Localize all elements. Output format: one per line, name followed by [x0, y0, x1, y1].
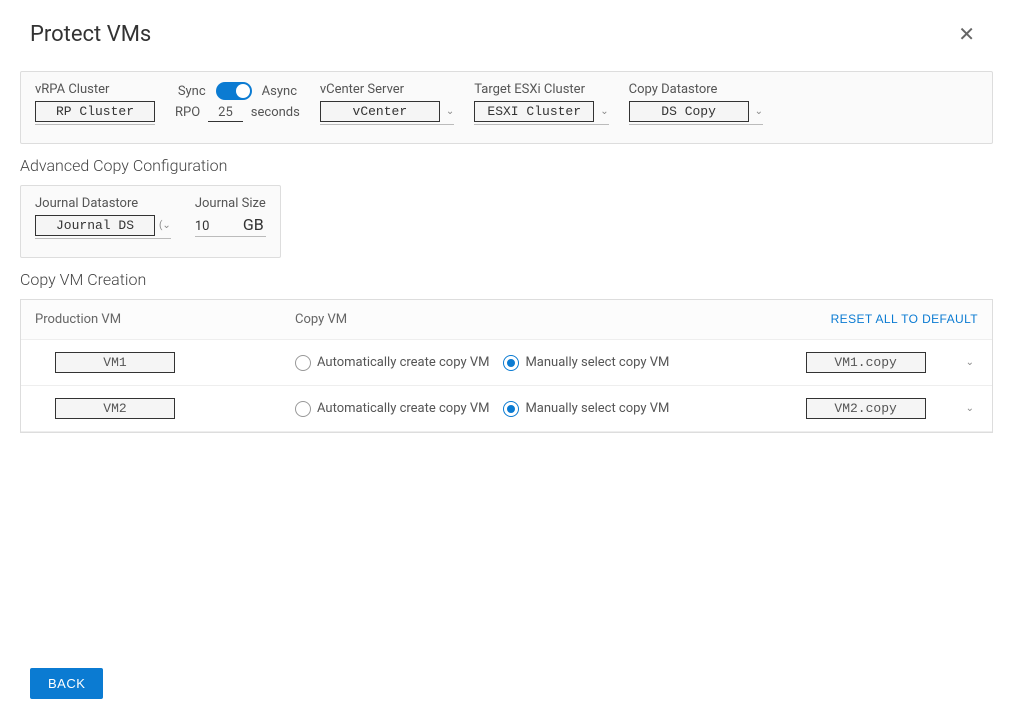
copy-vm-table: Production VM Copy VM RESET ALL TO DEFAU…	[20, 299, 993, 433]
journal-panel: Journal Datastore Journal DS (⌄ Journal …	[20, 185, 281, 258]
rpo-input[interactable]: 25	[208, 104, 243, 122]
copy-datastore-label: Copy Datastore	[629, 82, 763, 97]
journal-ds-label: Journal Datastore	[35, 196, 171, 211]
copy-vm-dropdown[interactable]: VM2.copy ⌄	[786, 398, 978, 419]
dialog-title: Protect VMs	[30, 22, 151, 47]
copy-vm-creation-heading: Copy VM Creation	[20, 270, 993, 289]
close-icon: ✕	[958, 24, 975, 46]
vcenter-dropdown[interactable]: vCenter ⌄	[320, 101, 454, 125]
radio-manual-select[interactable]: Manually select copy VM	[503, 355, 669, 371]
radio-auto-label: Automatically create copy VM	[317, 401, 489, 416]
radio-auto-create[interactable]: Automatically create copy VM	[295, 401, 489, 417]
advanced-copy-heading: Advanced Copy Configuration	[20, 156, 993, 175]
table-header-copy-vm: Copy VM	[295, 312, 831, 327]
radio-auto-label: Automatically create copy VM	[317, 355, 489, 370]
close-button[interactable]: ✕	[950, 18, 983, 51]
vcenter-label: vCenter Server	[320, 82, 454, 97]
radio-manual-label: Manually select copy VM	[525, 355, 669, 370]
radio-manual-label: Manually select copy VM	[525, 401, 669, 416]
copy-vm-dropdown[interactable]: VM1.copy ⌄	[786, 352, 978, 373]
summary-panel: vRPA Cluster RP Cluster Sync Async RPO 2…	[20, 71, 993, 144]
sync-label: Sync	[178, 84, 206, 99]
rpo-unit: seconds	[251, 105, 300, 120]
vrpa-cluster-label: vRPA Cluster	[35, 82, 155, 97]
production-vm-name: VM1	[55, 352, 175, 373]
radio-icon	[503, 401, 519, 417]
table-header-production-vm: Production VM	[35, 312, 295, 327]
target-esxi-value: ESXI Cluster	[474, 101, 594, 122]
chevron-down-icon: (⌄	[159, 220, 171, 231]
copy-vm-value: VM2.copy	[806, 398, 926, 419]
journal-ds-value: Journal DS	[35, 215, 155, 236]
radio-manual-select[interactable]: Manually select copy VM	[503, 401, 669, 417]
radio-icon	[295, 401, 311, 417]
copy-datastore-dropdown[interactable]: DS Copy ⌄	[629, 101, 763, 125]
journal-size-label: Journal Size	[195, 196, 266, 211]
target-esxi-label: Target ESXi Cluster	[474, 82, 608, 97]
sync-async-toggle[interactable]	[216, 82, 252, 100]
copy-datastore-value: DS Copy	[629, 101, 749, 122]
journal-ds-dropdown[interactable]: Journal DS (⌄	[35, 215, 171, 239]
radio-icon	[295, 355, 311, 371]
back-button[interactable]: BACK	[30, 668, 103, 699]
chevron-down-icon: ⌄	[755, 106, 763, 117]
vcenter-value: vCenter	[320, 101, 440, 122]
copy-vm-value: VM1.copy	[806, 352, 926, 373]
table-row: VM2 Automatically create copy VM Manuall…	[21, 386, 992, 432]
production-vm-name: VM2	[55, 398, 175, 419]
vrpa-cluster-dropdown[interactable]: RP Cluster	[35, 101, 155, 125]
radio-icon	[503, 355, 519, 371]
journal-size-input[interactable]: 10	[195, 219, 235, 234]
radio-auto-create[interactable]: Automatically create copy VM	[295, 355, 489, 371]
journal-size-unit: GB	[243, 215, 264, 234]
target-esxi-dropdown[interactable]: ESXI Cluster ⌄	[474, 101, 608, 125]
rpo-label: RPO	[175, 105, 200, 120]
table-row: VM1 Automatically create copy VM Manuall…	[21, 340, 992, 386]
chevron-down-icon: ⌄	[966, 357, 974, 368]
async-label: Async	[262, 84, 297, 99]
chevron-down-icon: ⌄	[600, 106, 608, 117]
vrpa-cluster-value: RP Cluster	[35, 101, 155, 122]
chevron-down-icon: ⌄	[446, 106, 454, 117]
reset-all-button[interactable]: RESET ALL TO DEFAULT	[831, 312, 978, 326]
chevron-down-icon: ⌄	[966, 403, 974, 414]
